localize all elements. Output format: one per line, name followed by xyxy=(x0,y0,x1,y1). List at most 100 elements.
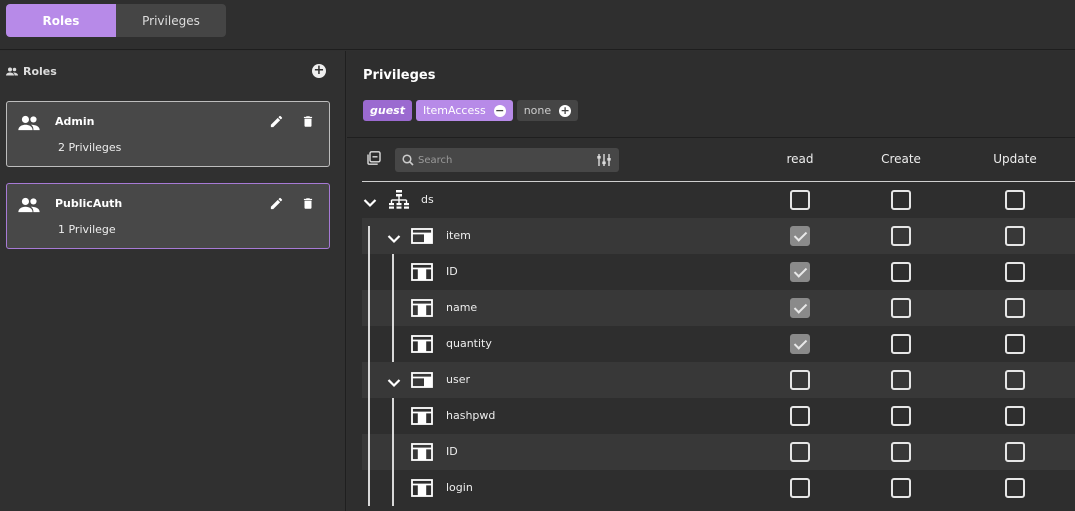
checkbox-read[interactable] xyxy=(790,262,810,282)
tree-node-label: name xyxy=(446,301,478,314)
divider xyxy=(347,137,1075,138)
role-card-admin[interactable]: Admin 2 Privileges xyxy=(6,101,330,167)
checkbox-update[interactable] xyxy=(1005,190,1025,210)
tree-guide-line xyxy=(368,226,370,506)
checkbox-update[interactable] xyxy=(1005,334,1025,354)
checkbox-create[interactable] xyxy=(891,334,911,354)
tree-row-name[interactable]: name xyxy=(362,290,1075,326)
checkbox-create[interactable] xyxy=(891,190,911,210)
roles-panel: Roles + Admin 2 Privileges PublicAuth 1 … xyxy=(0,51,346,511)
tree-node-label: ID xyxy=(446,445,458,458)
checkbox-update[interactable] xyxy=(1005,226,1025,246)
search-icon xyxy=(402,154,414,166)
checkbox-create[interactable] xyxy=(891,262,911,282)
checkbox-read[interactable] xyxy=(790,370,810,390)
add-role-button[interactable]: + xyxy=(312,64,326,78)
field-icon xyxy=(411,263,433,285)
trash-icon[interactable] xyxy=(301,114,315,129)
tree-row-hashpwd[interactable]: hashpwd xyxy=(362,398,1075,434)
privileges-title: Privileges xyxy=(363,68,436,83)
add-icon[interactable]: + xyxy=(559,104,572,117)
tree-row-login[interactable]: login xyxy=(362,470,1075,506)
field-icon xyxy=(411,299,433,321)
role-card-publicauth[interactable]: PublicAuth 1 Privilege xyxy=(6,183,330,249)
chevron-down-icon[interactable] xyxy=(387,229,401,248)
checkbox-read[interactable] xyxy=(790,226,810,246)
column-read[interactable]: read xyxy=(786,152,813,166)
checkbox-read[interactable] xyxy=(790,406,810,426)
itemaccess-chip[interactable]: ItemAccess − xyxy=(415,100,513,121)
tree-node-label: item xyxy=(446,229,471,242)
group-icon xyxy=(18,115,40,131)
tree-node-label: ID xyxy=(446,265,458,278)
tree-row-id[interactable]: ID xyxy=(362,254,1075,290)
roles-header: Roles xyxy=(6,65,57,78)
checkbox-read[interactable] xyxy=(790,442,810,462)
tree-row-user[interactable]: user xyxy=(362,362,1075,398)
column-create[interactable]: Create xyxy=(881,152,921,166)
trash-icon[interactable] xyxy=(301,196,315,211)
checkbox-create[interactable] xyxy=(891,298,911,318)
remove-icon[interactable]: − xyxy=(493,104,506,117)
checkbox-update[interactable] xyxy=(1005,370,1025,390)
none-chip-label: none xyxy=(523,104,552,117)
chevron-down-icon[interactable] xyxy=(363,193,377,212)
tree-node-label: login xyxy=(446,481,473,494)
guest-chip[interactable]: guest xyxy=(363,100,412,121)
checkbox-create[interactable] xyxy=(891,226,911,246)
checkbox-update[interactable] xyxy=(1005,262,1025,282)
checkbox-update[interactable] xyxy=(1005,406,1025,426)
tree-row-id[interactable]: ID xyxy=(362,434,1075,470)
search-input[interactable] xyxy=(418,151,588,169)
tree-node-label: user xyxy=(446,373,470,386)
field-icon xyxy=(411,407,433,429)
checkbox-update[interactable] xyxy=(1005,478,1025,498)
role-privilege-count: 1 Privilege xyxy=(58,223,116,236)
none-chip[interactable]: none + xyxy=(516,100,579,121)
privileges-panel: Privileges guest ItemAccess − none + rea… xyxy=(347,51,1075,511)
checkbox-create[interactable] xyxy=(891,442,911,462)
collapse-all-icon[interactable] xyxy=(367,151,381,165)
checkbox-create[interactable] xyxy=(891,370,911,390)
roles-header-label: Roles xyxy=(23,65,57,78)
privilege-chips: guest ItemAccess − none + xyxy=(363,100,579,121)
role-name: Admin xyxy=(55,115,95,128)
users-icon xyxy=(6,67,18,76)
tree-row-quantity[interactable]: quantity xyxy=(362,326,1075,362)
tree-node-label: ds xyxy=(421,193,434,206)
column-update[interactable]: Update xyxy=(993,152,1036,166)
checkbox-update[interactable] xyxy=(1005,298,1025,318)
checkbox-read[interactable] xyxy=(790,190,810,210)
role-privilege-count: 2 Privileges xyxy=(58,141,122,154)
tree-node-label: quantity xyxy=(446,337,492,350)
tab-privileges[interactable]: Privileges xyxy=(116,4,226,37)
edit-icon[interactable] xyxy=(269,114,284,129)
field-icon xyxy=(411,443,433,465)
checkbox-create[interactable] xyxy=(891,406,911,426)
tab-roles[interactable]: Roles xyxy=(6,4,116,37)
tree-row-item[interactable]: item xyxy=(362,218,1075,254)
tree-guide-line xyxy=(392,398,394,506)
checkbox-create[interactable] xyxy=(891,478,911,498)
top-bar: Roles Privileges xyxy=(0,0,1075,50)
filter-settings-icon[interactable] xyxy=(597,153,611,167)
chevron-down-icon[interactable] xyxy=(387,373,401,392)
checkbox-read[interactable] xyxy=(790,298,810,318)
tree-guide-line xyxy=(392,254,394,362)
tree-node-label: hashpwd xyxy=(446,409,496,422)
field-icon xyxy=(411,335,433,357)
itemaccess-chip-label: ItemAccess xyxy=(422,104,486,117)
checkbox-read[interactable] xyxy=(790,478,810,498)
field-icon xyxy=(411,479,433,501)
role-name: PublicAuth xyxy=(55,197,123,210)
table-icon xyxy=(411,371,433,393)
checkbox-update[interactable] xyxy=(1005,442,1025,462)
group-icon xyxy=(18,197,40,213)
tree-row-ds[interactable]: ds xyxy=(362,182,1075,218)
table-icon xyxy=(411,227,433,249)
checkbox-read[interactable] xyxy=(790,334,810,354)
edit-icon[interactable] xyxy=(269,196,284,211)
search-box xyxy=(395,148,619,172)
guest-chip-label: guest xyxy=(370,104,405,117)
tab-group: Roles Privileges xyxy=(6,4,226,37)
